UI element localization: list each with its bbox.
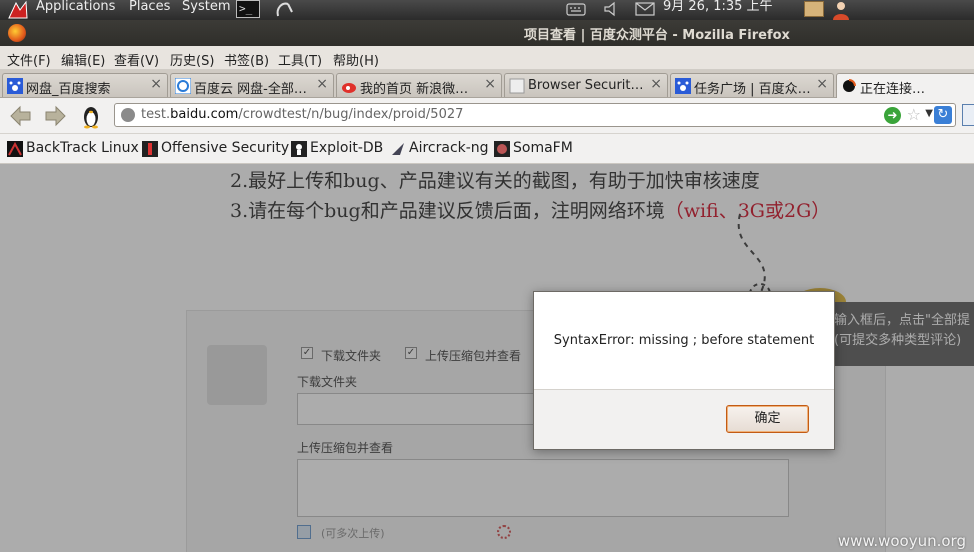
- close-icon[interactable]: ×: [484, 76, 496, 92]
- forward-arrow-icon[interactable]: [42, 103, 68, 129]
- go-arrow-icon[interactable]: ➜: [884, 107, 901, 124]
- watermark: www.wooyun.org: [837, 532, 966, 550]
- places-menu[interactable]: Places: [129, 0, 170, 20]
- tab-label: 百度云 网盘-全部…: [194, 82, 307, 97]
- terminal-launcher[interactable]: >_: [236, 0, 260, 18]
- tab-connecting[interactable]: 正在连接…: [836, 73, 974, 98]
- exploit-db-icon: [291, 141, 307, 157]
- baidu-paw-icon: [675, 78, 691, 94]
- tab-task-square[interactable]: 任务广场 | 百度众… ×: [670, 73, 834, 97]
- url-bar[interactable]: test.baidu.com/crowdtest/n/bug/index/pro…: [114, 103, 956, 127]
- globe-icon[interactable]: [121, 108, 135, 122]
- baidu-paw-icon: [7, 78, 23, 94]
- archive-icon[interactable]: [804, 1, 824, 17]
- alert-message-area: SyntaxError: missing ; before statement: [534, 292, 834, 390]
- reload-icon[interactable]: ↻: [934, 106, 952, 124]
- alert-dialog: SyntaxError: missing ; before statement …: [533, 291, 835, 450]
- tab-weibo[interactable]: 我的首页 新浪微… ×: [336, 73, 502, 97]
- loading-icon: [843, 79, 856, 92]
- menu-view[interactable]: 查看(V): [114, 50, 159, 69]
- backtrack-icon: [7, 141, 23, 157]
- top-panel: Applications Places System >_ 9月 26, 1:3…: [0, 0, 974, 20]
- bookmark-star-icon[interactable]: ☆: [907, 105, 921, 124]
- close-icon[interactable]: ×: [816, 76, 828, 92]
- volume-icon[interactable]: [603, 0, 619, 18]
- applications-menu[interactable]: Applications: [36, 0, 115, 20]
- dropdown-arrow-icon[interactable]: ▼: [925, 108, 933, 119]
- window-titlebar[interactable]: 项目查看 | 百度众测平台 - Mozilla Firefox: [0, 20, 974, 46]
- aircrack-icon: [392, 143, 404, 155]
- offsec-icon: [142, 141, 158, 157]
- tab-browser-security[interactable]: Browser Securit… ×: [504, 73, 668, 97]
- menu-bookmarks[interactable]: 书签(B): [224, 50, 269, 69]
- window-title: 项目查看 | 百度众测平台 - Mozilla Firefox: [524, 28, 790, 43]
- close-icon[interactable]: ×: [316, 76, 328, 92]
- blank-page-icon: [509, 78, 525, 94]
- bookmarks-toolbar: BackTrack Linux Offensive Security Explo…: [0, 134, 974, 164]
- tab-label: Browser Securit…: [528, 78, 644, 93]
- tab-label: 任务广场 | 百度众…: [694, 82, 811, 97]
- bookmark-label: SomaFM: [513, 140, 573, 156]
- bookmark-label: Aircrack-ng: [409, 140, 489, 156]
- close-icon[interactable]: ×: [150, 76, 162, 92]
- mail-icon[interactable]: [635, 0, 655, 18]
- tab-label: 正在连接…: [860, 82, 926, 97]
- distro-logo-icon[interactable]: [6, 0, 30, 20]
- menu-file[interactable]: 文件(F): [7, 50, 51, 69]
- baidu-cloud-icon: [175, 78, 191, 94]
- bookmark-label: Offensive Security: [161, 140, 290, 156]
- url-text[interactable]: test.baidu.com/crowdtest/n/bug/index/pro…: [141, 107, 463, 122]
- tab-baidu-cloud[interactable]: 百度云 网盘-全部… ×: [170, 73, 334, 97]
- alert-message: SyntaxError: missing ; before statement: [553, 333, 815, 348]
- bookmark-label: Exploit-DB: [310, 140, 384, 156]
- menu-history[interactable]: 历史(S): [170, 50, 214, 69]
- close-icon[interactable]: ×: [650, 76, 662, 92]
- network-tool-icon[interactable]: [272, 0, 294, 18]
- menu-edit[interactable]: 编辑(E): [61, 50, 105, 69]
- menu-tools[interactable]: 工具(T): [278, 50, 322, 69]
- keyboard-icon[interactable]: [566, 0, 586, 18]
- sidebar-toggle-icon[interactable]: [962, 104, 974, 126]
- tab-baidu-search[interactable]: 网盘_百度搜索 ×: [2, 73, 168, 97]
- somafm-icon: [494, 141, 510, 157]
- menu-bar: 文件(F) 编辑(E) 查看(V) 历史(S) 书签(B) 工具(T) 帮助(H…: [0, 46, 974, 70]
- user-shutdown-icon[interactable]: [830, 0, 852, 20]
- penguin-home-icon[interactable]: [78, 103, 104, 129]
- bookmark-label: BackTrack Linux: [26, 140, 139, 156]
- tab-label: 网盘_百度搜索: [26, 82, 111, 97]
- system-menu[interactable]: System: [182, 0, 230, 20]
- back-arrow-icon[interactable]: [8, 103, 34, 129]
- tab-label: 我的首页 新浪微…: [360, 82, 469, 97]
- menu-help[interactable]: 帮助(H): [333, 50, 379, 69]
- navigation-toolbar: test.baidu.com/crowdtest/n/bug/index/pro…: [0, 98, 974, 134]
- weibo-icon: [342, 83, 356, 93]
- ok-button[interactable]: 确定: [726, 405, 809, 433]
- tab-strip: 网盘_百度搜索 × 百度云 网盘-全部… × 我的首页 新浪微… × Brows…: [0, 70, 974, 98]
- clock[interactable]: 9月 26, 1:35 上午: [663, 0, 773, 20]
